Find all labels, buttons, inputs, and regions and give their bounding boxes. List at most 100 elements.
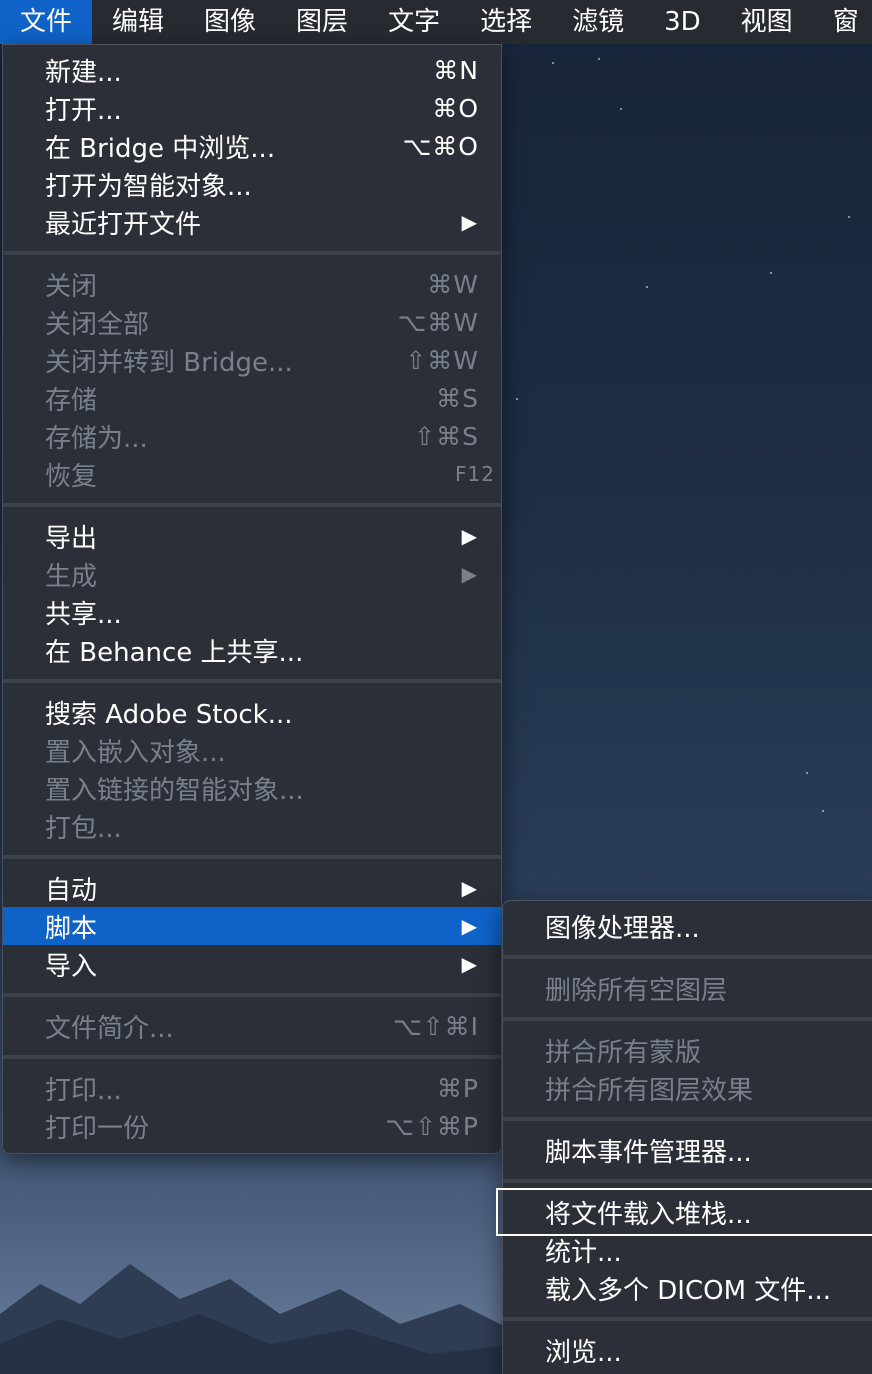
menu-item-label: 关闭 [45, 271, 98, 302]
menu-item-close-all[interactable]: 关闭全部 ⌥⌘W [3, 303, 501, 341]
menu-item-label: 浏览... [545, 1337, 622, 1368]
menubar-item-edit[interactable]: 编辑 [92, 0, 184, 44]
menu-item-export[interactable]: 导出 ▶ [3, 517, 501, 555]
menu-item-label: 打开为智能对象... [45, 171, 252, 202]
menu-item-share-on-behance[interactable]: 在 Behance 上共享... [3, 631, 501, 669]
menu-item-new[interactable]: 新建... ⌘N [3, 51, 501, 89]
star [516, 398, 518, 400]
star [806, 772, 808, 774]
menubar-item-image[interactable]: 图像 [184, 0, 276, 44]
submenu-arrow-icon: ▶ [461, 876, 477, 900]
menu-separator [503, 1117, 872, 1121]
scripts-submenu: 图像处理器... 删除所有空图层 拼合所有蒙版 拼合所有图层效果 脚本事件管理器… [502, 900, 872, 1374]
menu-item-share[interactable]: 共享... [3, 593, 501, 631]
shortcut-label: ⇧⌘S [414, 421, 479, 451]
menu-item-search-adobe-stock[interactable]: 搜索 Adobe Stock... [3, 693, 501, 731]
shortcut-label: F12 [455, 462, 495, 486]
submenu-arrow-icon: ▶ [461, 562, 477, 586]
menu-item-open-recent[interactable]: 最近打开文件 ▶ [3, 203, 501, 241]
star [598, 58, 600, 60]
menubar-item-filter[interactable]: 滤镜 [552, 0, 644, 44]
shortcut-label: ⌥⇧⌘P [385, 1111, 479, 1141]
menu-item-scripts[interactable]: 脚本 ▶ [3, 907, 501, 945]
menu-item-label: 搜索 Adobe Stock... [45, 699, 293, 730]
submenu-item-delete-empty-layers[interactable]: 删除所有空图层 [503, 969, 872, 1007]
menubar-item-window[interactable]: 窗 [813, 0, 872, 44]
submenu-item-statistics[interactable]: 统计... [503, 1231, 872, 1269]
menu-item-label: 打开... [45, 95, 122, 126]
menu-item-label: 关闭并转到 Bridge... [45, 347, 293, 378]
menu-item-label: 在 Behance 上共享... [45, 637, 304, 668]
menu-item-label: 存储 [45, 385, 98, 416]
submenu-item-flatten-all-layer-effects[interactable]: 拼合所有图层效果 [503, 1069, 872, 1107]
menu-separator [3, 855, 501, 859]
menu-item-open[interactable]: 打开... ⌘O [3, 89, 501, 127]
shortcut-label: ⌥⌘O [402, 131, 479, 161]
menu-item-browse-in-bridge[interactable]: 在 Bridge 中浏览... ⌥⌘O [3, 127, 501, 165]
submenu-arrow-icon: ▶ [461, 914, 477, 938]
star [552, 62, 554, 64]
menu-separator [3, 251, 501, 255]
shortcut-label: ⌘O [432, 93, 479, 123]
menu-item-label: 文件简介... [45, 1013, 174, 1044]
app-menu-bar: 文件 编辑 图像 图层 文字 选择 滤镜 3D 视图 窗 [0, 0, 872, 44]
menu-separator [3, 1055, 501, 1059]
menu-item-save[interactable]: 存储 ⌘S [3, 379, 501, 417]
menu-item-revert[interactable]: 恢复 F12 [3, 455, 501, 493]
menu-item-place-linked[interactable]: 置入链接的智能对象... [3, 769, 501, 807]
menubar-item-view[interactable]: 视图 [721, 0, 813, 44]
menu-separator [503, 1017, 872, 1021]
shortcut-label: ⌘W [427, 269, 479, 299]
menu-item-print-one-copy[interactable]: 打印一份 ⌥⇧⌘P [3, 1107, 501, 1145]
submenu-item-load-files-into-stack[interactable]: 将文件载入堆栈... [503, 1193, 872, 1231]
menu-item-file-info[interactable]: 文件简介... ⌥⇧⌘I [3, 1007, 501, 1045]
submenu-item-script-events-manager[interactable]: 脚本事件管理器... [503, 1131, 872, 1169]
menu-item-place-embedded[interactable]: 置入嵌入对象... [3, 731, 501, 769]
menu-item-open-as-smart-object[interactable]: 打开为智能对象... [3, 165, 501, 203]
menu-item-label: 新建... [45, 57, 122, 88]
menu-item-save-as[interactable]: 存储为... ⇧⌘S [3, 417, 501, 455]
menu-item-label: 拼合所有蒙版 [545, 1037, 702, 1068]
menu-item-label: 共享... [45, 599, 122, 630]
menu-item-close-and-go-to-bridge[interactable]: 关闭并转到 Bridge... ⇧⌘W [3, 341, 501, 379]
shortcut-label: ⌥⌘W [397, 307, 479, 337]
menu-item-package[interactable]: 打包... [3, 807, 501, 845]
submenu-arrow-icon: ▶ [461, 952, 477, 976]
menubar-item-select[interactable]: 选择 [460, 0, 552, 44]
menu-item-label: 关闭全部 [45, 309, 150, 340]
menu-item-label: 脚本事件管理器... [545, 1137, 752, 1168]
shortcut-label: ⌥⇧⌘I [392, 1011, 479, 1041]
menu-item-label: 置入链接的智能对象... [45, 775, 304, 806]
menu-separator [3, 679, 501, 683]
shortcut-label: ⇧⌘W [405, 345, 479, 375]
menubar-item-3d[interactable]: 3D [644, 0, 721, 44]
menu-item-close[interactable]: 关闭 ⌘W [3, 265, 501, 303]
menu-item-print[interactable]: 打印... ⌘P [3, 1069, 501, 1107]
menu-item-label: 载入多个 DICOM 文件... [545, 1275, 832, 1306]
menu-item-label: 导入 [45, 951, 98, 982]
menu-item-label: 删除所有空图层 [545, 975, 728, 1006]
menu-item-label: 恢复 [45, 461, 98, 492]
menu-item-label: 自动 [45, 875, 98, 906]
menu-item-label: 将文件载入堆栈... [545, 1199, 752, 1230]
submenu-arrow-icon: ▶ [461, 210, 477, 234]
submenu-item-browse[interactable]: 浏览... [503, 1331, 872, 1369]
menu-item-label: 存储为... [45, 423, 148, 454]
menu-item-automate[interactable]: 自动 ▶ [3, 869, 501, 907]
menu-item-generate[interactable]: 生成 ▶ [3, 555, 501, 593]
menubar-item-type[interactable]: 文字 [368, 0, 460, 44]
menu-separator [503, 955, 872, 959]
menu-item-label: 打包... [45, 813, 122, 844]
submenu-item-flatten-all-masks[interactable]: 拼合所有蒙版 [503, 1031, 872, 1069]
submenu-item-load-multiple-dicom[interactable]: 载入多个 DICOM 文件... [503, 1269, 872, 1307]
star [848, 216, 850, 218]
menubar-item-file[interactable]: 文件 [0, 0, 93, 44]
menu-item-label: 生成 [45, 561, 98, 592]
menubar-item-layer[interactable]: 图层 [276, 0, 368, 44]
star [770, 272, 772, 274]
menu-item-import[interactable]: 导入 ▶ [3, 945, 501, 983]
menu-item-label: 导出 [45, 523, 98, 554]
shortcut-label: ⌘N [433, 55, 479, 85]
submenu-item-image-processor[interactable]: 图像处理器... [503, 907, 872, 945]
star [822, 810, 824, 812]
